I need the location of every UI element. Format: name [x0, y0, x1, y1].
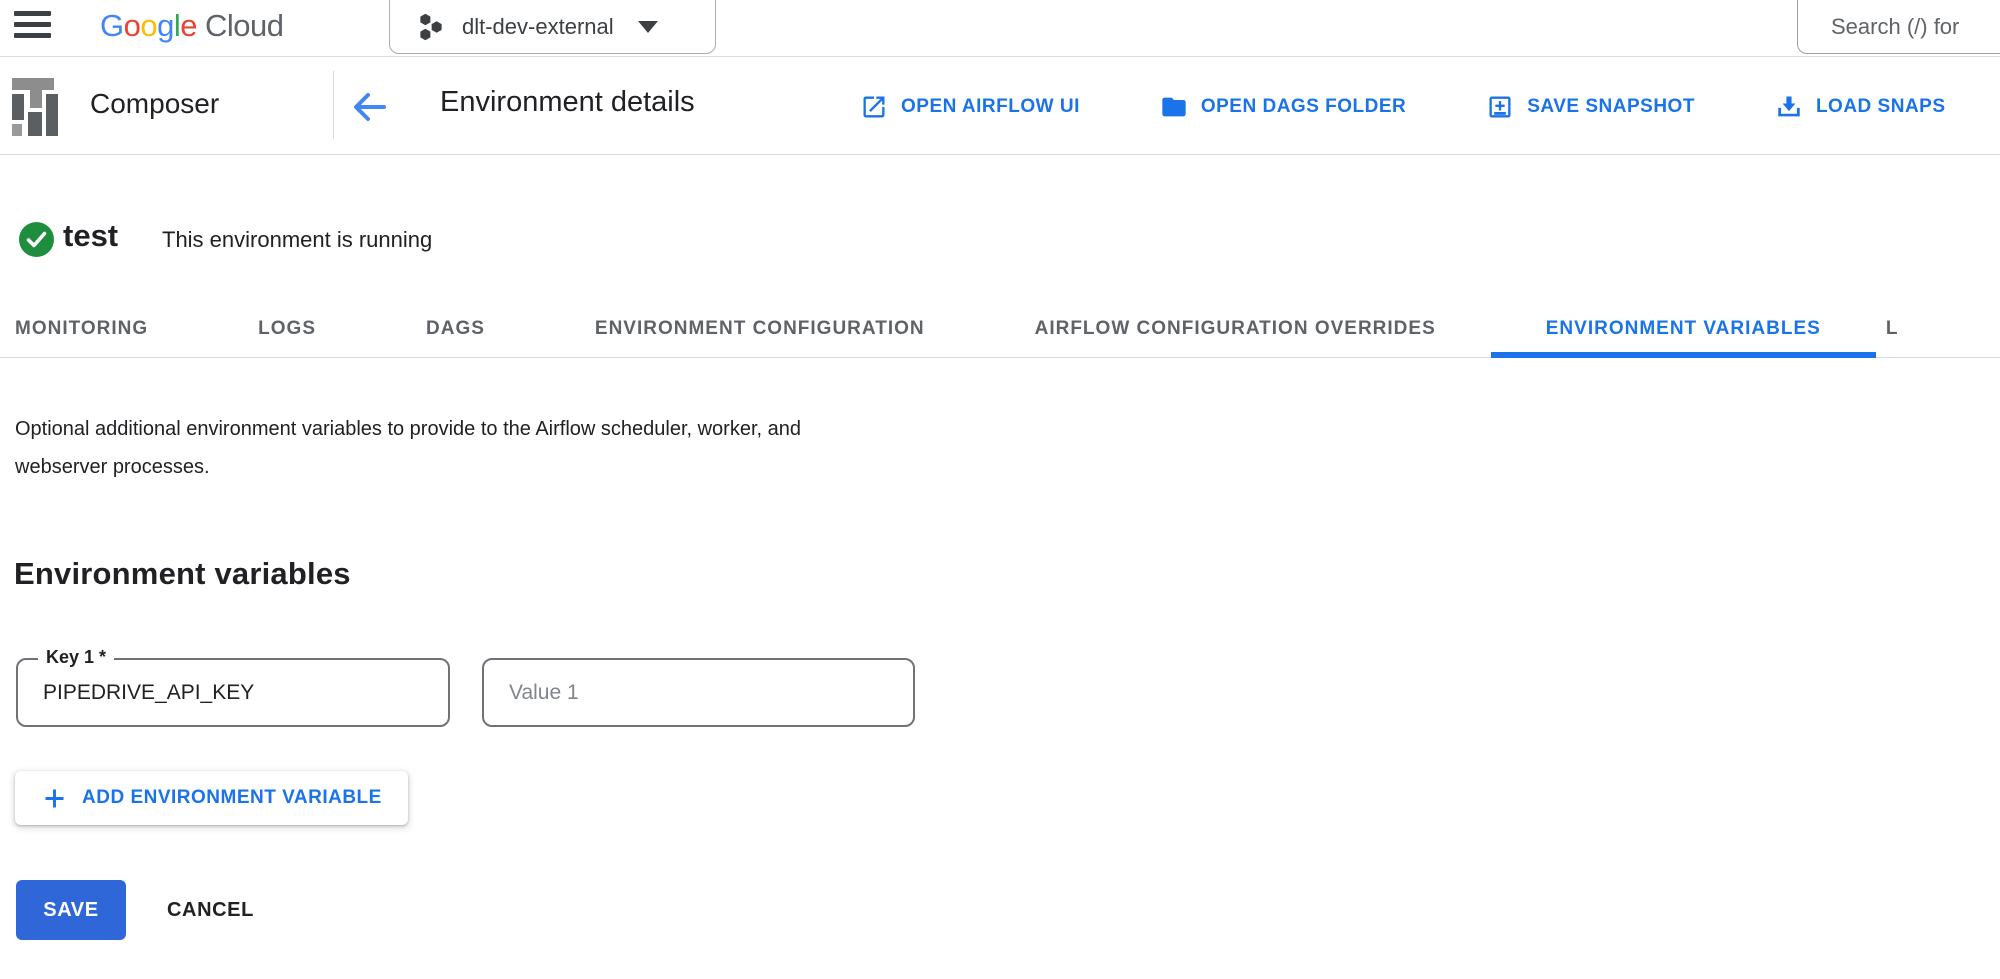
add-button-label: ADD ENVIRONMENT VARIABLE — [82, 787, 382, 809]
open-airflow-ui-button[interactable]: OPEN AIRFLOW UI — [860, 93, 1080, 121]
action-label: OPEN DAGS FOLDER — [1201, 96, 1406, 118]
key-input[interactable] — [18, 660, 448, 725]
chevron-down-icon — [638, 21, 658, 33]
search-bar — [1797, 0, 2000, 54]
project-hexagons-icon — [416, 12, 446, 42]
tab-bar: MONITORING LOGS DAGS ENVIRONMENT CONFIGU… — [0, 301, 2000, 358]
logo-letter: o — [124, 8, 141, 43]
open-dags-folder-button[interactable]: OPEN DAGS FOLDER — [1160, 93, 1406, 121]
environment-name: test — [63, 218, 118, 254]
logo-letter: G — [100, 8, 124, 43]
logo-letter: o — [140, 8, 157, 43]
tab-dags[interactable]: DAGS — [371, 301, 540, 357]
product-header: Composer Environment details OPEN AIRFLO… — [0, 58, 2000, 155]
download-icon — [1775, 93, 1803, 121]
back-arrow-icon[interactable] — [348, 84, 394, 130]
header-actions: OPEN AIRFLOW UI OPEN DAGS FOLDER SAVE SN… — [860, 58, 1946, 155]
action-label: LOAD SNAPS — [1816, 96, 1946, 118]
action-label: SAVE SNAPSHOT — [1527, 96, 1695, 118]
composer-logo-icon — [8, 76, 60, 136]
google-cloud-logo[interactable]: GoogleCloud — [100, 8, 284, 44]
tab-environment-configuration[interactable]: ENVIRONMENT CONFIGURATION — [540, 301, 980, 357]
tab-logs[interactable]: LOGS — [203, 301, 371, 357]
environment-status-row: test This environment is running — [0, 156, 2000, 301]
tab-environment-variables[interactable]: ENVIRONMENT VARIABLES — [1491, 301, 1876, 357]
section-heading: Environment variables — [14, 556, 351, 592]
tab-labels-clipped[interactable]: L — [1876, 301, 1954, 357]
folder-icon — [1160, 93, 1188, 121]
project-selector[interactable]: dlt-dev-external — [389, 0, 716, 54]
save-button[interactable]: SAVE — [16, 880, 126, 940]
add-environment-variable-button[interactable]: ADD ENVIRONMENT VARIABLE — [15, 771, 408, 825]
project-name: dlt-dev-external — [462, 14, 614, 40]
action-label: OPEN AIRFLOW UI — [901, 96, 1080, 118]
open-in-new-icon — [860, 93, 888, 121]
tab-description: Optional additional environment variable… — [15, 410, 875, 486]
key-field: Key 1 * — [16, 658, 450, 727]
environment-status-text: This environment is running — [162, 227, 432, 253]
top-app-bar: GoogleCloud dlt-dev-external — [0, 0, 2000, 57]
search-input[interactable] — [1831, 14, 2000, 40]
tab-airflow-configuration-overrides[interactable]: AIRFLOW CONFIGURATION OVERRIDES — [980, 301, 1491, 357]
load-snapshot-button[interactable]: LOAD SNAPS — [1775, 93, 1946, 121]
logo-letter: e — [180, 8, 197, 43]
value-input[interactable] — [484, 660, 913, 725]
save-snapshot-icon — [1486, 93, 1514, 121]
divider — [333, 71, 334, 139]
menu-icon[interactable] — [14, 8, 52, 48]
logo-cloud-text: Cloud — [205, 8, 284, 43]
logo-letter: g — [157, 8, 174, 43]
plus-icon — [41, 785, 68, 812]
key-field-label: Key 1 * — [38, 647, 114, 668]
value-field — [482, 658, 915, 727]
cancel-button[interactable]: CANCEL — [167, 880, 254, 940]
tab-monitoring[interactable]: MONITORING — [0, 301, 203, 357]
save-snapshot-button[interactable]: SAVE SNAPSHOT — [1486, 93, 1695, 121]
product-name: Composer — [90, 88, 219, 120]
check-circle-icon — [18, 221, 55, 258]
page-title: Environment details — [440, 86, 695, 119]
